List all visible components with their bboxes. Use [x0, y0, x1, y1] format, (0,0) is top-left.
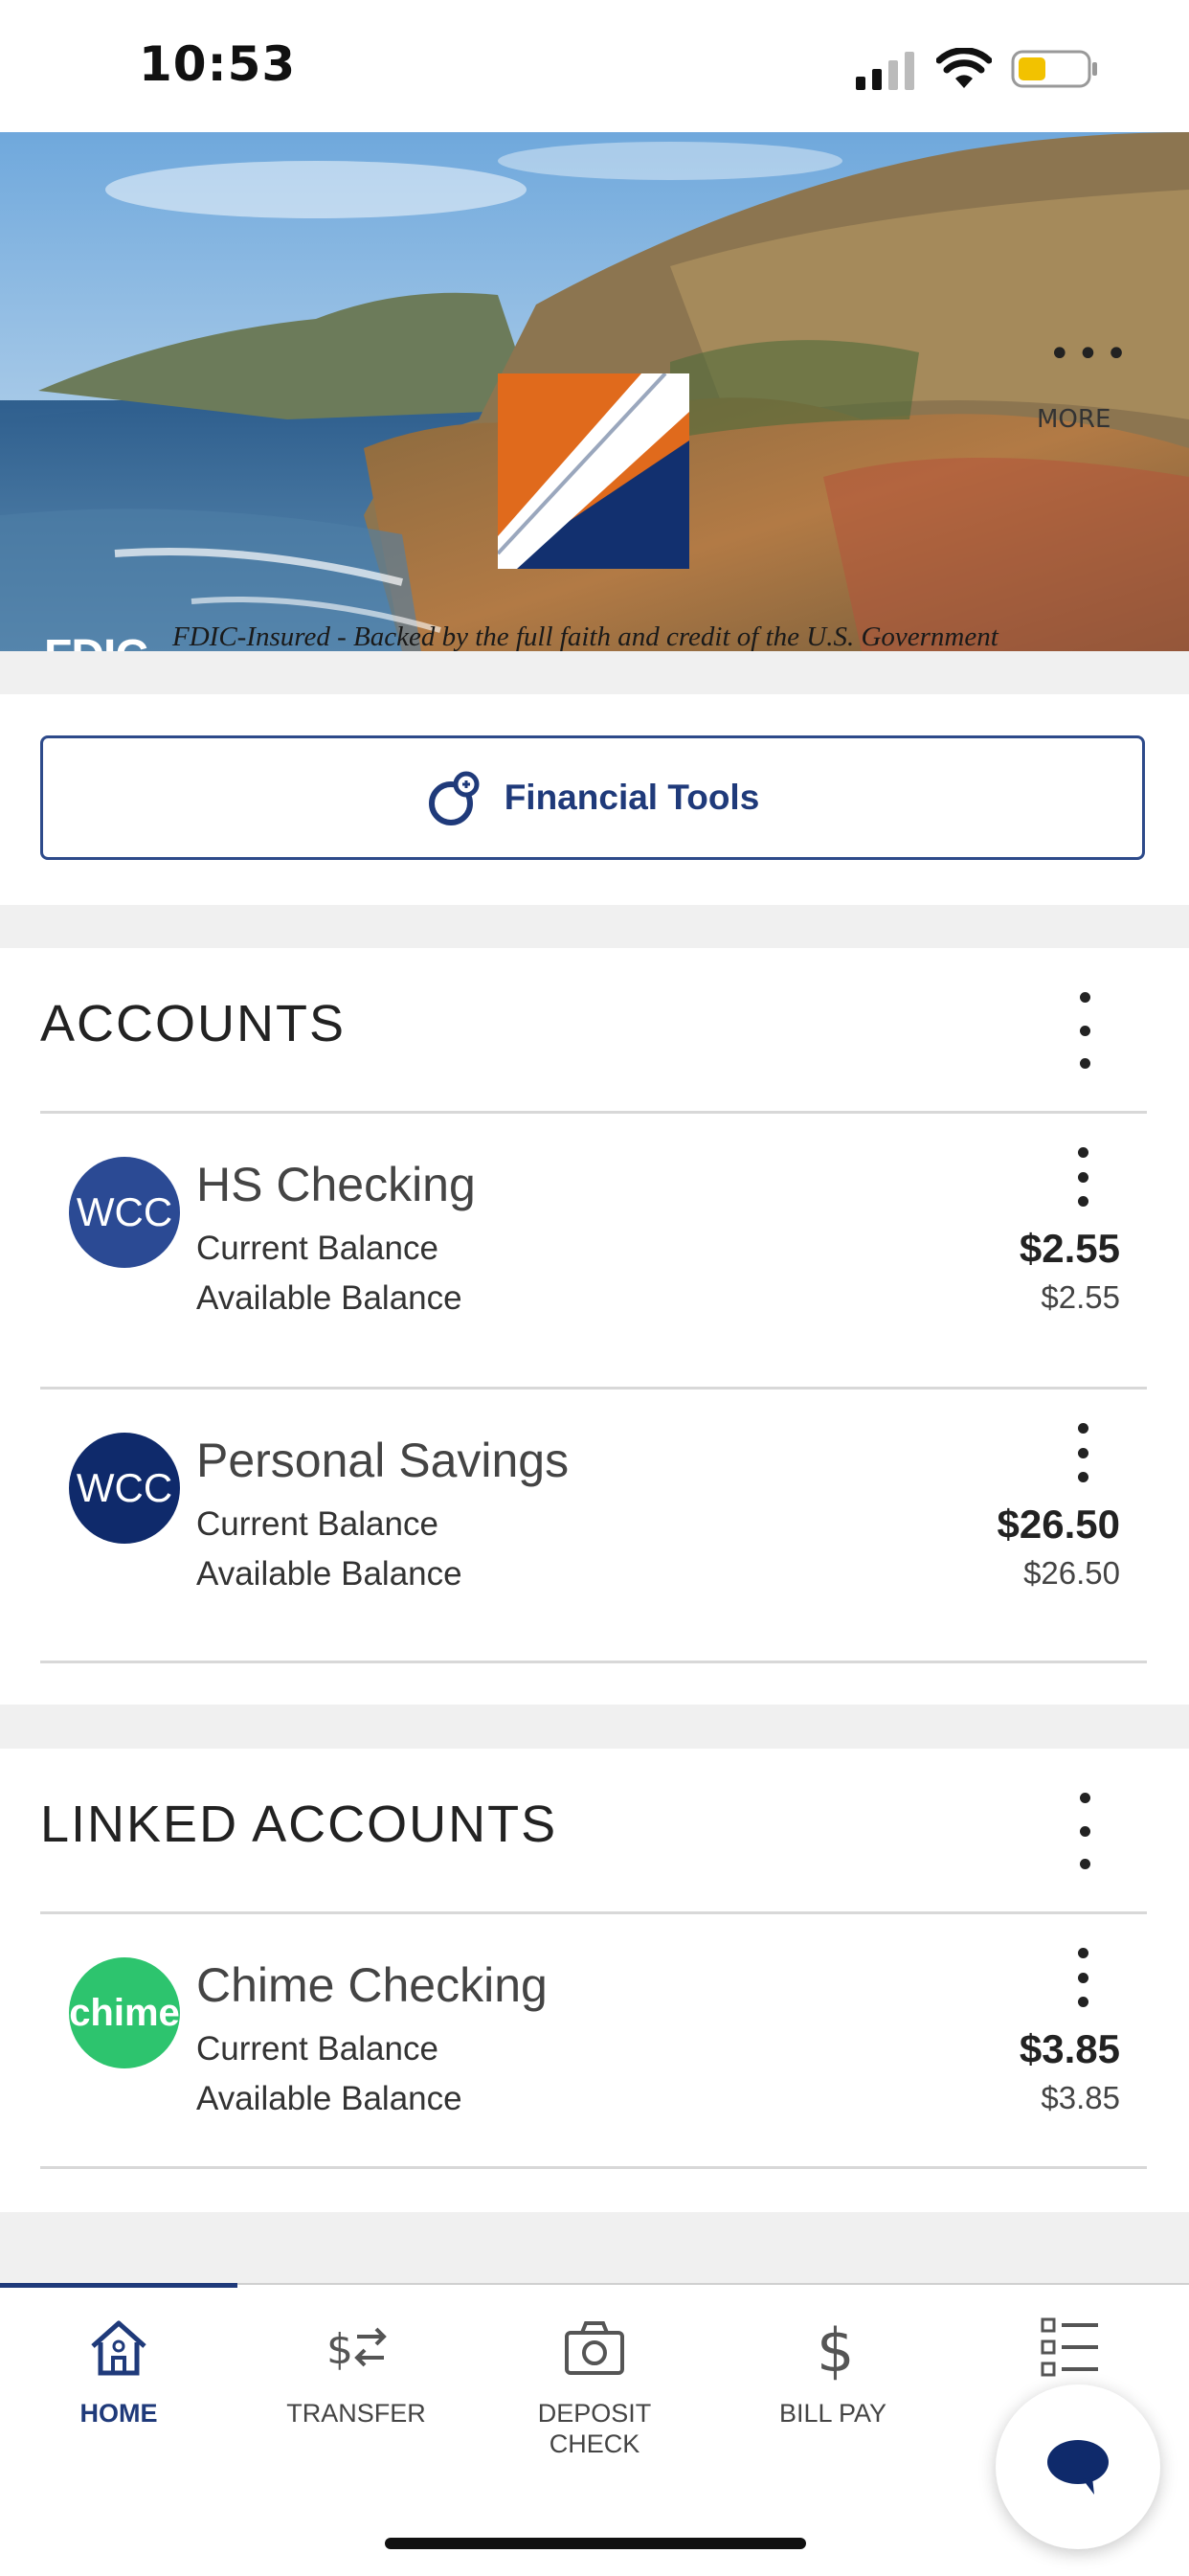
current-balance-value: $26.50 [997, 1502, 1120, 1547]
financial-tools-icon [428, 771, 480, 825]
more-label[interactable]: MORE [1037, 405, 1110, 434]
account-avatar: WCC [69, 1433, 180, 1544]
wifi-icon [936, 48, 992, 88]
tab-bill-pay[interactable]: $ BILL PAY [728, 2314, 938, 2429]
accounts-card: ACCOUNTS WCC HS Checking Current Balance… [0, 948, 1189, 1705]
cellular-signal-icon [856, 52, 914, 90]
account-menu-icon[interactable] [1059, 1423, 1107, 1482]
financial-tools-button[interactable]: Financial Tools [40, 735, 1145, 860]
dollar-icon: $ [817, 2316, 854, 2381]
home-icon [91, 2320, 146, 2376]
available-balance-value: $26.50 [1023, 1555, 1120, 1591]
tab-bill-pay-label: BILL PAY [778, 2399, 887, 2428]
divider [40, 2166, 1147, 2169]
linked-accounts-card: LINKED ACCOUNTS chime Chime Checking Cur… [0, 1749, 1189, 2212]
svg-text:$: $ [326, 2325, 353, 2374]
current-balance-label: Current Balance [196, 1230, 438, 1267]
account-menu-icon[interactable] [1059, 1147, 1107, 1207]
available-balance-value: $3.85 [1041, 2080, 1120, 2115]
hero-banner: ••• MORE FDIC FDIC-Insured - Backed by t… [0, 132, 1189, 651]
tab-deposit-check[interactable]: DEPOSIT CHECK [489, 2314, 700, 2459]
linked-accounts-menu-icon[interactable] [1061, 1793, 1109, 1869]
current-balance-value: $3.85 [1019, 2026, 1120, 2071]
tab-transfer[interactable]: $ TRANSFER [251, 2314, 461, 2429]
available-balance-value: $2.55 [1041, 1279, 1120, 1315]
chat-bubble-icon [1047, 2440, 1109, 2495]
accounts-title: ACCOUNTS [40, 995, 347, 1052]
available-balance-label: Available Balance [196, 2080, 462, 2117]
fdic-notice: FDIC-Insured - Backed by the full faith … [172, 621, 998, 651]
chat-button[interactable] [996, 2384, 1160, 2549]
status-bar: 10:53 [0, 0, 1189, 132]
linked-accounts-title: LINKED ACCOUNTS [40, 1796, 558, 1853]
fdic-logo: FDIC [44, 630, 148, 651]
current-balance-label: Current Balance [196, 2030, 438, 2068]
tab-home-label: HOME [79, 2399, 158, 2428]
home-indicator [385, 2538, 806, 2549]
camera-icon [565, 2321, 624, 2375]
tab-transfer-label: TRANSFER [286, 2399, 426, 2428]
tab-home[interactable]: HOME [13, 2314, 224, 2429]
accounts-menu-icon[interactable] [1061, 992, 1109, 1069]
transfer-icon: $ [326, 2325, 387, 2374]
available-balance-label: Available Balance [196, 1279, 462, 1317]
tab-deposit-check-label: DEPOSIT CHECK [537, 2399, 652, 2458]
battery-icon [1011, 50, 1097, 88]
financial-tools-card: Financial Tools [0, 694, 1189, 905]
svg-text:$: $ [817, 2316, 854, 2381]
chime-logo: chime [69, 1957, 180, 2068]
financial-tools-label: Financial Tools [504, 778, 760, 817]
account-name: Chime Checking [196, 1958, 548, 2012]
more-icon[interactable]: ••• [1048, 335, 1133, 373]
current-balance-value: $2.55 [1019, 1226, 1120, 1271]
account-row-personal-savings[interactable]: WCC Personal Savings Current Balance Ava… [0, 1389, 1189, 1638]
menu-list-icon [1041, 2317, 1098, 2377]
account-avatar: WCC [69, 1157, 180, 1268]
account-name: Personal Savings [196, 1434, 570, 1487]
tab-more-menu[interactable] [965, 2314, 1176, 2381]
account-name: HS Checking [196, 1158, 476, 1211]
account-row-hs-checking[interactable]: WCC HS Checking Current Balance Availabl… [0, 1113, 1189, 1362]
available-balance-label: Available Balance [196, 1555, 462, 1593]
divider [40, 1661, 1147, 1663]
current-balance-label: Current Balance [196, 1505, 438, 1543]
bank-logo [498, 373, 689, 569]
account-row-chime-checking[interactable]: chime Chime Checking Current Balance Ava… [0, 1913, 1189, 2162]
active-tab-indicator [0, 2283, 237, 2288]
status-time: 10:53 [139, 36, 297, 92]
account-menu-icon[interactable] [1059, 1948, 1107, 2007]
